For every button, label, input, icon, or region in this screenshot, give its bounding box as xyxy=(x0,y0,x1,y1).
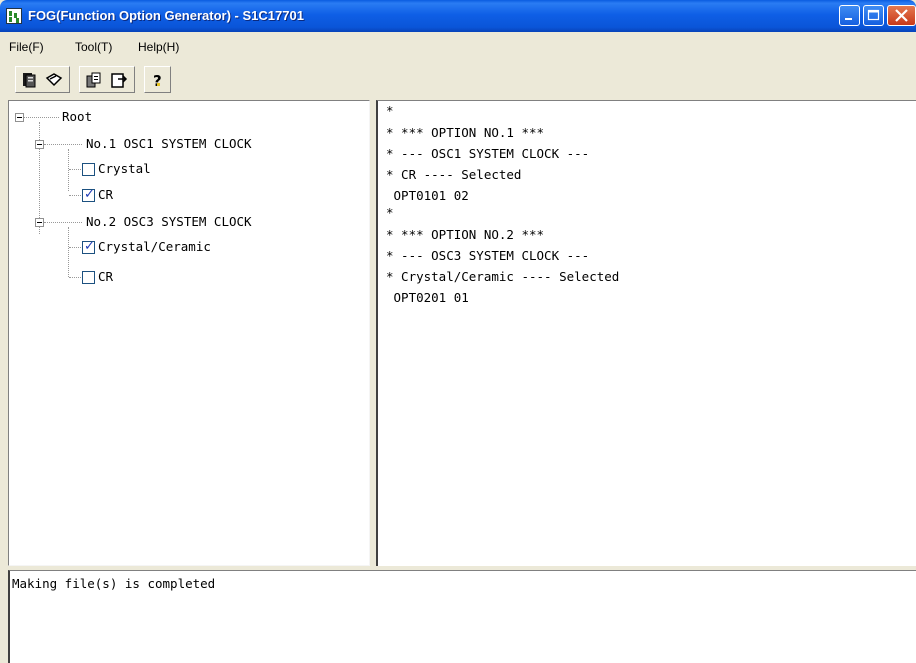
maximize-button[interactable] xyxy=(863,5,884,26)
output-line: * CR ---- Selected xyxy=(386,167,522,182)
tree-option-label: No.2 OSC3 SYSTEM CLOCK xyxy=(86,214,252,229)
toolbar-group-generate xyxy=(79,66,135,93)
option-tree-panel[interactable]: Root No.1 OSC1 SYSTEM CLOCK Crystal ✓ CR… xyxy=(8,100,370,566)
close-button[interactable] xyxy=(887,5,916,26)
svg-text:?: ? xyxy=(153,72,162,90)
app-icon[interactable] xyxy=(6,8,22,24)
tree-item-label: Crystal xyxy=(98,161,151,176)
output-line: * *** OPTION NO.2 *** xyxy=(386,227,545,242)
tree-connector xyxy=(24,117,59,118)
checkbox-cr[interactable] xyxy=(82,271,95,284)
checkbox-crystal[interactable] xyxy=(82,163,95,176)
tree-connector xyxy=(68,149,69,191)
export-button[interactable] xyxy=(109,70,129,90)
output-line: * xyxy=(386,205,394,220)
open-button[interactable] xyxy=(19,70,39,90)
menu-bar: File(F) Tool(T) Help(H) xyxy=(0,35,916,59)
toolbar-group-help: ? xyxy=(144,66,171,93)
tree-connector xyxy=(69,247,81,248)
collapse-icon[interactable] xyxy=(35,218,44,227)
edit-icon xyxy=(45,73,63,87)
help-button[interactable]: ? xyxy=(148,70,168,90)
checkbox-cr[interactable]: ✓ xyxy=(82,187,95,202)
toolbar-group-file xyxy=(15,66,70,93)
close-icon xyxy=(895,9,908,22)
generate-button[interactable] xyxy=(84,70,104,90)
toolbar: ? xyxy=(0,60,916,98)
message-panel[interactable]: Making file(s) is completed xyxy=(8,570,916,663)
output-line: OPT0201 01 xyxy=(386,290,469,305)
menu-file[interactable]: File(F) xyxy=(9,40,44,54)
minimize-button[interactable] xyxy=(839,5,860,26)
checkmark-icon: ✓ xyxy=(84,239,95,254)
menu-help[interactable]: Help(H) xyxy=(138,40,179,54)
tree-connector xyxy=(69,277,81,278)
window-title: FOG(Function Option Generator) - S1C1770… xyxy=(28,8,304,23)
tree-item-label: CR xyxy=(98,187,114,202)
status-message: Making file(s) is completed xyxy=(12,576,216,591)
generate-icon xyxy=(86,72,101,88)
collapse-icon[interactable] xyxy=(35,140,44,149)
maximize-icon xyxy=(867,9,880,21)
collapse-icon[interactable] xyxy=(15,113,24,122)
export-icon xyxy=(111,73,128,88)
tree-connector xyxy=(68,227,69,277)
output-line: * *** OPTION NO.1 *** xyxy=(386,125,545,140)
minimize-icon xyxy=(845,18,852,20)
tree-connector xyxy=(69,195,81,196)
tree-connector xyxy=(44,222,82,223)
title-bar[interactable]: FOG(Function Option Generator) - S1C1770… xyxy=(0,0,916,32)
tree-connector xyxy=(44,144,82,145)
edit-button[interactable] xyxy=(44,70,64,90)
checkbox-crystal-ceramic[interactable]: ✓ xyxy=(82,239,95,254)
help-icon: ? xyxy=(153,72,162,90)
tree-option-label: No.1 OSC1 SYSTEM CLOCK xyxy=(86,136,252,151)
output-line: * Crystal/Ceramic ---- Selected xyxy=(386,269,620,284)
menu-tool[interactable]: Tool(T) xyxy=(75,40,112,54)
tree-connector xyxy=(69,169,81,170)
tree-item-label: CR xyxy=(98,269,114,284)
open-icon xyxy=(23,73,36,88)
output-line: OPT0101 02 xyxy=(386,188,469,203)
checkmark-icon: ✓ xyxy=(84,187,95,202)
output-panel[interactable]: * * *** OPTION NO.1 *** * --- OSC1 SYSTE… xyxy=(376,100,916,566)
tree-root-label: Root xyxy=(62,109,93,124)
output-line: * xyxy=(386,103,394,118)
output-line: * --- OSC1 SYSTEM CLOCK --- xyxy=(386,146,590,161)
tree-item-label: Crystal/Ceramic xyxy=(98,239,211,254)
output-line: * --- OSC3 SYSTEM CLOCK --- xyxy=(386,248,590,263)
